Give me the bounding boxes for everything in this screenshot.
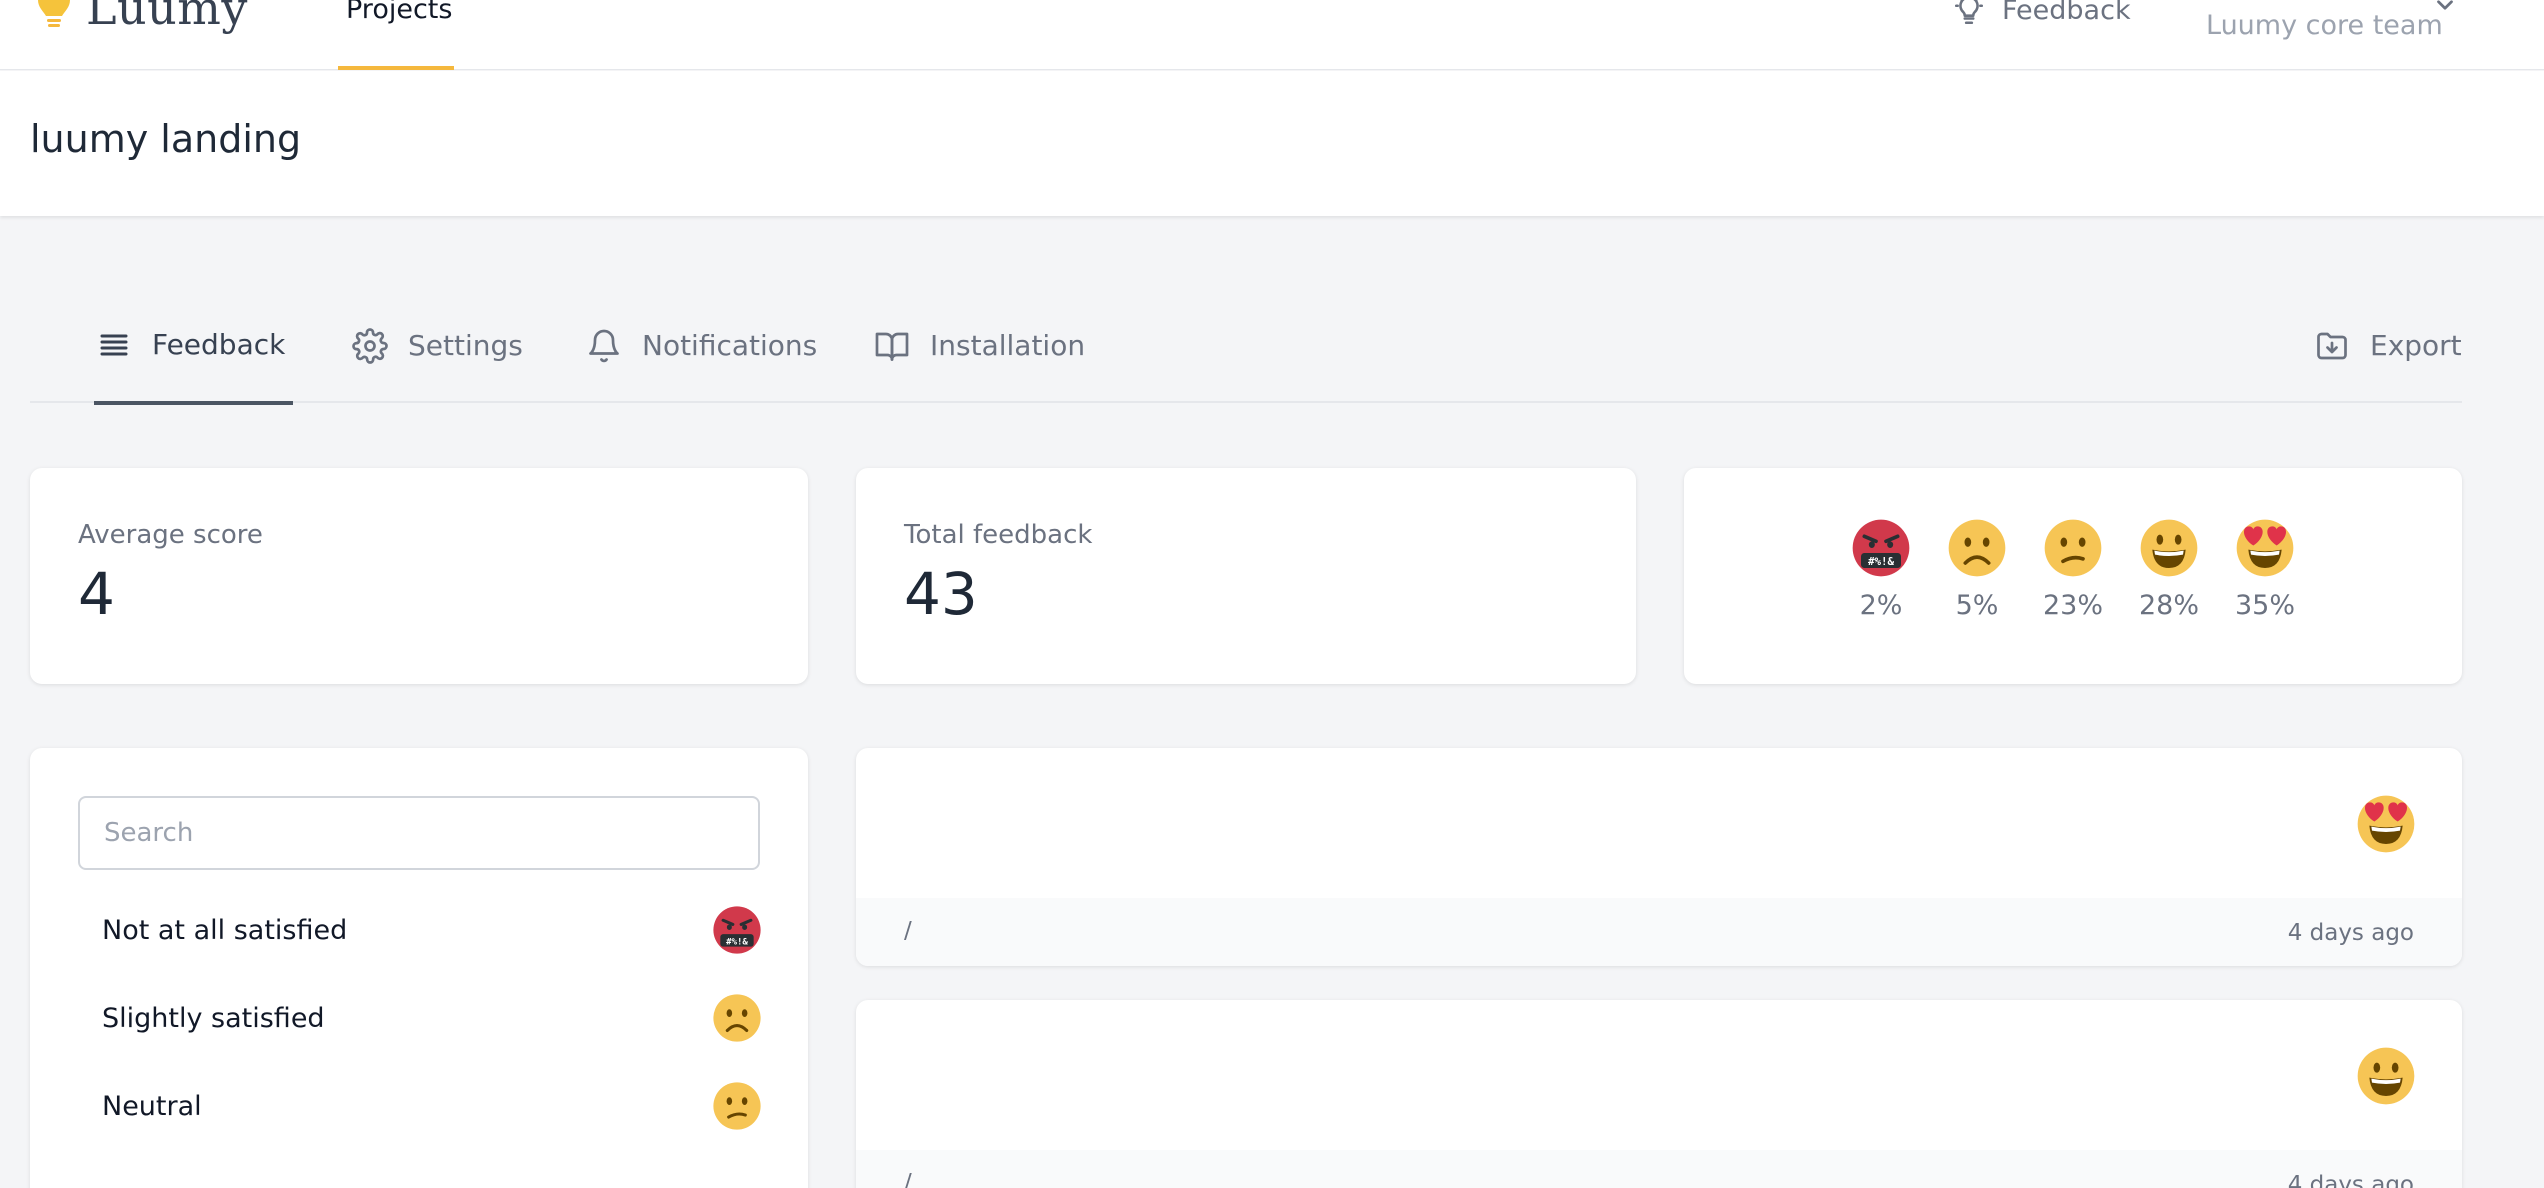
filter-item-slightly-satisfied[interactable]: Slightly satisfied — [102, 988, 762, 1048]
heart-eyes-icon — [2235, 518, 2295, 578]
nav-projects[interactable]: Projects — [338, 0, 454, 70]
total-feedback-card: Total feedback 43 — [856, 468, 1636, 684]
tab-settings[interactable]: Settings — [352, 300, 523, 403]
distribution-percent: 28% — [2139, 590, 2200, 621]
lightbulb-outline-icon — [1954, 0, 1984, 25]
top-navbar: Luumy Projects Feedback Luumy core team — [0, 0, 2544, 70]
tab-notifications-label: Notifications — [642, 329, 818, 362]
average-score-card: Average score 4 — [30, 468, 808, 684]
page-header: luumy landing — [0, 71, 2544, 216]
feedback-entry[interactable]: / 4 days ago — [856, 748, 2462, 966]
team-switcher[interactable]: Luumy core team — [2206, 10, 2443, 41]
feedback-entry-footer: / 4 days ago — [856, 898, 2462, 966]
score-distribution: 2% 5% 23% 28% 35% — [1684, 518, 2462, 621]
feedback-entry-footer: / 4 days ago — [856, 1150, 2462, 1188]
tab-feedback-label: Feedback — [152, 328, 286, 361]
app-logo[interactable]: Luumy — [34, 0, 248, 38]
distribution-item-frown: 5% — [1948, 518, 2006, 621]
project-tabs: Feedback Settings Notifications Installa… — [30, 300, 2462, 405]
frown-icon — [712, 993, 762, 1043]
average-score-value: 4 — [78, 560, 115, 628]
feedback-entry[interactable]: / 4 days ago — [856, 1000, 2462, 1188]
total-feedback-label: Total feedback — [904, 520, 1093, 550]
book-icon — [875, 332, 909, 361]
heart-eyes-icon — [2356, 794, 2416, 854]
confused-icon — [2043, 518, 2103, 578]
filter-panel: Not at all satisfied Slightly satisfied … — [30, 748, 808, 1188]
export-label: Export — [2370, 329, 2462, 362]
average-score-label: Average score — [78, 520, 263, 550]
tab-settings-label: Settings — [408, 329, 523, 362]
distribution-item-angry: 2% — [1852, 518, 1910, 621]
feedback-entry-path: / — [904, 918, 912, 944]
distribution-percent: 35% — [2235, 590, 2296, 621]
nav-projects-label: Projects — [346, 0, 453, 25]
filter-item-neutral[interactable]: Neutral — [102, 1076, 762, 1136]
smile-icon — [2356, 1046, 2416, 1106]
tab-installation[interactable]: Installation — [874, 300, 1085, 403]
angry-icon — [1851, 518, 1911, 578]
feedback-entry-time: 4 days ago — [2287, 1172, 2414, 1188]
filter-item-not-at-all-satisfied[interactable]: Not at all satisfied — [102, 900, 762, 960]
frown-icon — [1947, 518, 2007, 578]
chevron-down-icon[interactable] — [2432, 0, 2458, 18]
total-feedback-value: 43 — [904, 560, 978, 628]
folder-download-icon — [2317, 332, 2347, 359]
distribution-item-smile: 28% — [2139, 518, 2200, 621]
smile-icon — [2139, 518, 2199, 578]
export-button[interactable]: Export — [2314, 300, 2462, 403]
search-input[interactable] — [78, 796, 760, 870]
lightbulb-icon — [38, 0, 70, 27]
filter-label: Neutral — [102, 1090, 202, 1122]
nav-feedback-label: Feedback — [2002, 0, 2131, 26]
nav-feedback-link[interactable]: Feedback — [1952, 0, 2131, 28]
bell-icon — [589, 329, 619, 362]
tab-feedback[interactable]: Feedback — [94, 300, 294, 405]
distribution-item-confused: 23% — [2043, 518, 2104, 621]
tab-installation-label: Installation — [930, 329, 1086, 362]
filter-label: Not at all satisfied — [102, 914, 348, 946]
distribution-percent: 23% — [2043, 590, 2104, 621]
distribution-percent: 5% — [1955, 590, 1999, 621]
angry-icon — [712, 905, 762, 955]
tab-notifications[interactable]: Notifications — [586, 300, 817, 403]
distribution-percent: 2% — [1859, 590, 1903, 621]
score-distribution-card: 2% 5% 23% 28% 35% — [1684, 468, 2462, 684]
list-icon — [100, 334, 128, 355]
app-name: Luumy — [86, 0, 248, 35]
gear-icon — [352, 327, 388, 364]
page-title: luumy landing — [30, 117, 302, 161]
feedback-entry-path: / — [904, 1170, 912, 1188]
confused-icon — [712, 1081, 762, 1131]
distribution-item-heart-eyes: 35% — [2235, 518, 2296, 621]
filter-label: Slightly satisfied — [102, 1002, 325, 1034]
feedback-entry-time: 4 days ago — [2287, 920, 2414, 946]
